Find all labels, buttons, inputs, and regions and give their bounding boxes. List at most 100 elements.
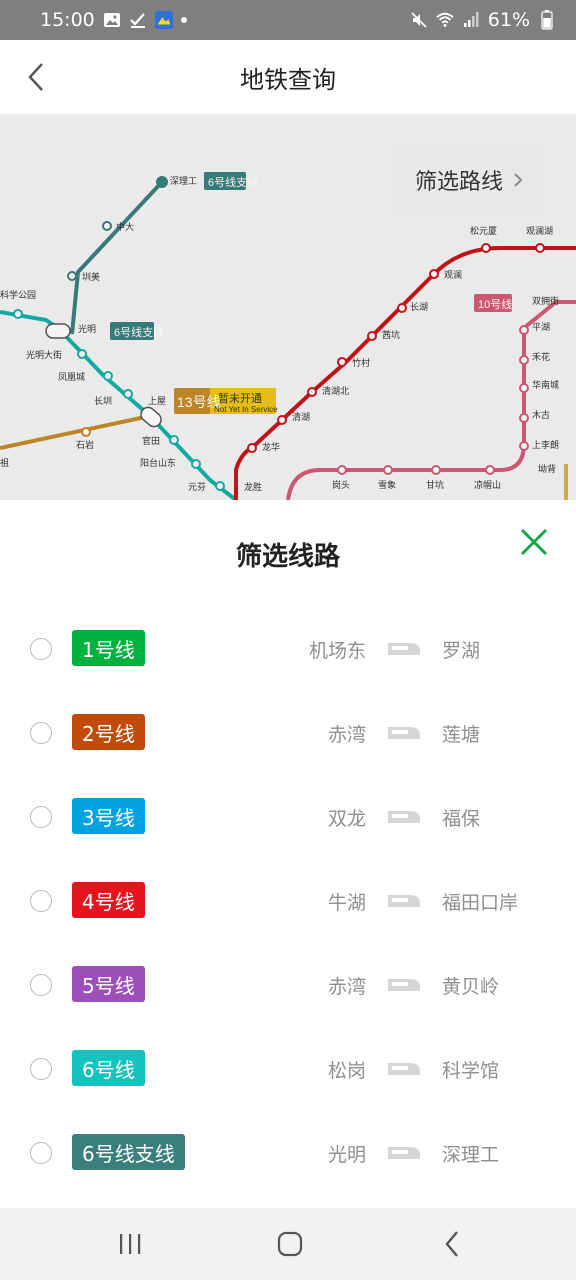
app-notification-icon (154, 11, 173, 29)
filter-route-button[interactable]: 筛选路线 (392, 144, 546, 216)
page-title: 地铁查询 (240, 65, 336, 94)
svg-text:观澜湖: 观澜湖 (526, 226, 553, 236)
back-arrow-icon (28, 63, 43, 91)
line-radio-button[interactable] (30, 974, 52, 996)
svg-text:凉帽山: 凉帽山 (474, 479, 501, 490)
line-radio-button[interactable] (30, 722, 52, 744)
train-direction-icon (388, 1063, 420, 1075)
line-start-station: 双龙 (327, 808, 366, 830)
line-end-station: 深理工 (442, 1144, 500, 1166)
svg-text:暂未开通: 暂未开通 (218, 392, 262, 405)
line-badge: 2号线 (72, 714, 145, 750)
battery-icon (538, 10, 556, 30)
train-direction-icon (388, 811, 420, 823)
line-row[interactable]: 3号线 双龙 福保 (0, 788, 576, 848)
svg-text:华南城: 华南城 (532, 379, 559, 390)
line-badge: 3号线 (72, 798, 145, 834)
line-row[interactable]: 5号线 赤湾 黄贝岭 (0, 956, 576, 1016)
line-row[interactable]: 1号线 机场东 罗湖 (0, 620, 576, 680)
nav-back-button[interactable] (432, 1228, 472, 1260)
chevron-right-icon (514, 173, 523, 187)
close-icon (520, 528, 548, 556)
svg-text:松元厦: 松元厦 (470, 225, 497, 236)
back-button[interactable] (16, 56, 56, 98)
svg-text:木古: 木古 (532, 409, 550, 420)
line-start-station: 赤湾 (327, 724, 366, 746)
line-radio-button[interactable] (30, 890, 52, 912)
svg-text:清湖北: 清湖北 (322, 385, 349, 396)
line-end-station: 福保 (442, 808, 481, 830)
svg-text:平湖: 平湖 (532, 322, 550, 332)
line-badge: 6号线支线 (72, 1134, 185, 1170)
close-button[interactable] (516, 524, 552, 560)
svg-text:祖: 祖 (0, 457, 9, 468)
line-radio-button[interactable] (30, 806, 52, 828)
line-row[interactable]: 6号线支线 光明 深理工 (0, 1124, 576, 1184)
line-start-station: 松岗 (327, 1060, 366, 1082)
line-end-station: 黄贝岭 (442, 976, 500, 998)
home-button[interactable] (270, 1228, 310, 1260)
svg-text:龙胜: 龙胜 (244, 481, 262, 492)
line-radio-button[interactable] (30, 1058, 52, 1080)
svg-text:深理工: 深理工 (170, 176, 197, 186)
line-end-station: 罗湖 (442, 640, 481, 662)
svg-text:元芬: 元芬 (188, 482, 206, 492)
svg-text:官田: 官田 (142, 435, 160, 446)
svg-text:阳台山东: 阳台山东 (140, 457, 176, 468)
line-start-station: 机场东 (308, 640, 366, 662)
svg-text:圳美: 圳美 (82, 271, 100, 282)
train-direction-icon (388, 895, 420, 907)
wifi-icon (436, 11, 454, 29)
svg-text:凤凰城: 凤凰城 (58, 372, 85, 382)
svg-text:上屋: 上屋 (148, 396, 166, 406)
svg-text:双拥街: 双拥街 (532, 295, 559, 306)
svg-text:甘坑: 甘坑 (426, 479, 444, 490)
svg-text:坳背: 坳背 (538, 463, 556, 474)
svg-text:6号线支线: 6号线支线 (114, 325, 164, 339)
filter-lines-sheet: 筛选线路 1号线 机场东 罗湖 2号线 赤湾 莲塘 3号线 双龙 福保 4号线 牛湖 福田口岸 5号线赤… (0, 500, 576, 1208)
filter-route-label: 筛选路线 (414, 170, 503, 195)
line-row[interactable]: 6号线 松岗 科学馆 (0, 1040, 576, 1100)
svg-text:石岩: 石岩 (76, 439, 94, 450)
line-badge: 5号线 (72, 966, 145, 1002)
app-header: 地铁查询 (0, 40, 576, 114)
nav-back-icon (445, 1231, 458, 1257)
mute-icon (410, 11, 428, 29)
svg-text:龙华: 龙华 (262, 441, 280, 452)
train-direction-icon (388, 643, 420, 655)
svg-text:竹村: 竹村 (352, 357, 370, 368)
line-start-station: 牛湖 (327, 892, 366, 914)
line-radio-button[interactable] (30, 638, 52, 660)
more-notifications-dot-icon (180, 17, 187, 23)
svg-text:雪象: 雪象 (378, 479, 396, 490)
line-badge: 4号线 (72, 882, 145, 918)
svg-text:上李朗: 上李朗 (532, 439, 559, 450)
line-start-station: 光明 (327, 1144, 366, 1166)
svg-text:岗头: 岗头 (332, 480, 350, 490)
line-radio-button[interactable] (30, 1142, 52, 1164)
line-row[interactable]: 2号线 赤湾 莲塘 (0, 704, 576, 764)
line-row[interactable]: 4号线 牛湖 福田口岸 (0, 872, 576, 932)
svg-text:Not Yet In Service: Not Yet In Service (214, 405, 278, 414)
svg-text:茜坑: 茜坑 (382, 329, 400, 340)
line-end-station: 莲塘 (442, 724, 481, 746)
system-nav-bar (0, 1208, 576, 1280)
metro-map[interactable]: 深理工 中大 圳美 光明 科学公园 光明大街 凤凰城 长圳 上屋 官田 阳台山东… (0, 114, 576, 500)
line-badge: 1号线 (72, 630, 145, 666)
line-start-station: 赤湾 (327, 976, 366, 998)
svg-text:中大: 中大 (116, 221, 134, 232)
recent-apps-button[interactable] (110, 1228, 150, 1260)
train-direction-icon (388, 979, 420, 991)
svg-text:清湖: 清湖 (292, 411, 310, 422)
svg-text:10号线: 10号线 (478, 297, 512, 311)
task-check-icon (129, 11, 147, 29)
status-bar: 15:00 61% (0, 0, 576, 40)
svg-text:禾花: 禾花 (532, 351, 550, 362)
train-direction-icon (388, 1147, 420, 1159)
battery-percent: 61% (487, 9, 530, 31)
status-time: 15:00 (40, 9, 95, 31)
svg-text:长圳: 长圳 (94, 395, 112, 406)
line-end-station: 福田口岸 (442, 892, 519, 914)
home-icon (277, 1231, 303, 1257)
svg-text:长湖: 长湖 (410, 301, 428, 312)
